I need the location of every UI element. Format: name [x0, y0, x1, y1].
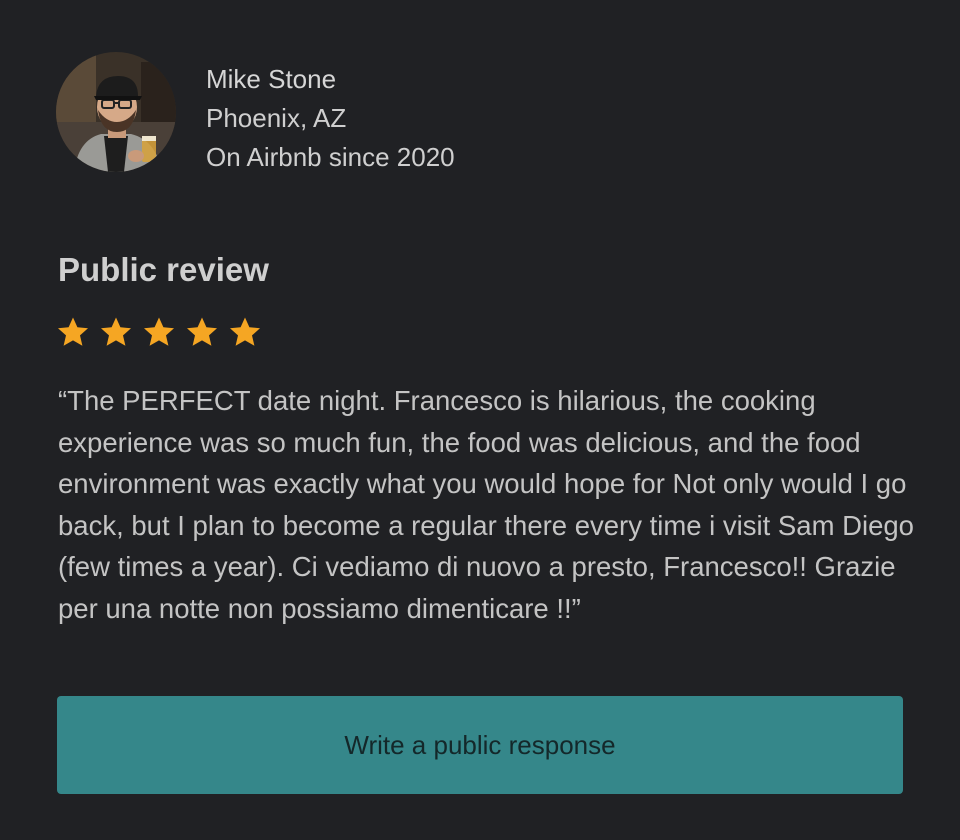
star-icon	[56, 316, 90, 348]
star-icon	[142, 316, 176, 348]
reviewer-name[interactable]: Mike Stone	[206, 60, 455, 99]
section-title-public-review: Public review	[58, 251, 269, 288]
star-icon	[185, 316, 219, 348]
star-icon	[99, 316, 133, 348]
reviewer-location: Phoenix, AZ	[206, 103, 347, 133]
reviewer-info: Mike Stone Phoenix, AZ On Airbnb since 2…	[206, 60, 455, 177]
reviewer-member-since: On Airbnb since 2020	[206, 142, 455, 172]
star-icon	[228, 316, 262, 348]
avatar-photo	[56, 52, 176, 172]
star-rating	[56, 316, 262, 348]
review-text: “The PERFECT date night. Francesco is hi…	[58, 385, 914, 624]
avatar[interactable]	[56, 52, 176, 172]
write-public-response-button[interactable]: Write a public response	[57, 696, 903, 794]
reviewer-profile: Mike Stone Phoenix, AZ On Airbnb since 2…	[56, 52, 455, 177]
